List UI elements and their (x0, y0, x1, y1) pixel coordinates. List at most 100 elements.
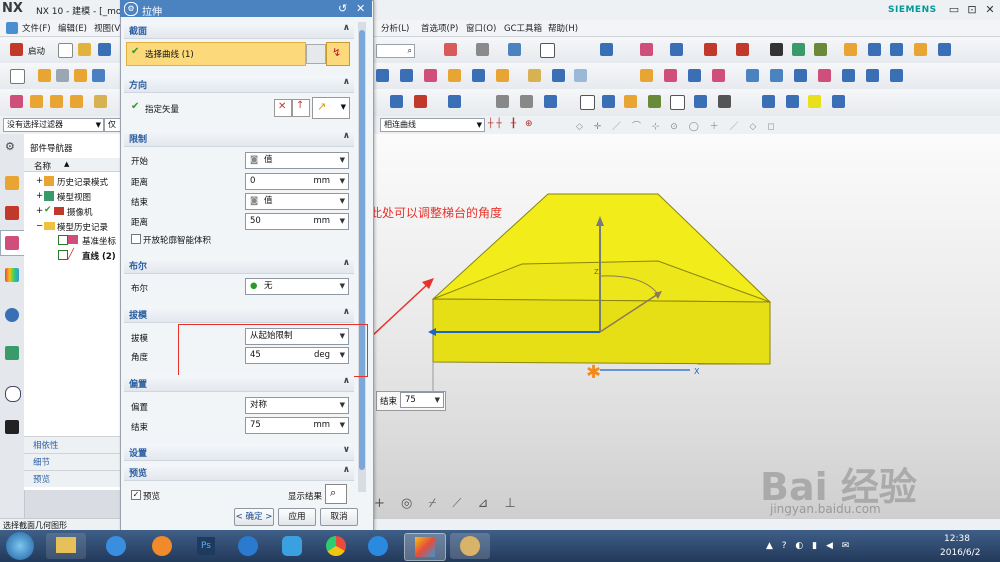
edge-blend-icon[interactable] (30, 95, 43, 108)
vector-type-select[interactable]: ↗ ▼ (312, 97, 350, 119)
taskbar-palette[interactable] (450, 533, 490, 559)
end-distance-input[interactable]: 50 mm ▼ (245, 213, 349, 230)
intent-icons[interactable]: ┼┼ ╂ ⊕ (488, 119, 536, 129)
tree-item-model-history[interactable]: 模型历史记录 (57, 221, 108, 233)
restore-button[interactable]: ⊡ (964, 2, 980, 17)
checkbox-datum[interactable] (58, 235, 68, 245)
revolve-icon[interactable] (56, 69, 69, 82)
tape-icon[interactable] (808, 95, 821, 108)
bottom-snap-toolbar[interactable]: + ◎ ⌿ ⟋ ⊿ ⊥ (374, 496, 522, 511)
offset-end-input[interactable]: 75 mm ▼ (245, 417, 349, 434)
background-icon[interactable] (540, 43, 555, 58)
apply-button[interactable]: 应用 (278, 508, 316, 526)
note-icon[interactable] (648, 95, 661, 108)
arc-icon[interactable] (520, 95, 533, 108)
tray-date[interactable]: 2016/6/2 (940, 548, 980, 558)
sync-icon[interactable] (640, 69, 653, 82)
open-profile-checkbox[interactable] (131, 234, 141, 244)
thicken-icon[interactable] (448, 69, 461, 82)
name-column-header[interactable]: 名称 (34, 160, 51, 172)
pull-face-icon[interactable] (688, 69, 701, 82)
open-folder-icon[interactable] (78, 43, 91, 56)
chamfer-icon[interactable] (50, 95, 63, 108)
analysis-icon[interactable] (890, 69, 903, 82)
tree-expand-icon[interactable]: + (36, 176, 43, 186)
menu-view[interactable]: 视图(V (94, 22, 120, 34)
ruler-icon[interactable] (736, 43, 749, 56)
section-header[interactable]: 截面 ∧ (124, 22, 354, 39)
bridge-icon[interactable] (866, 69, 879, 82)
link-icon[interactable] (890, 43, 903, 56)
dialog-scroll-thumb[interactable] (359, 30, 365, 470)
extrude-icon[interactable] (38, 69, 51, 82)
close-button[interactable]: ✕ (982, 2, 998, 17)
start-type-select[interactable]: ◙ 值 ▼ (245, 152, 349, 169)
checkbox-line[interactable] (58, 250, 68, 260)
onscreen-end-input[interactable]: 75 ▼ (400, 392, 444, 408)
replace-face-icon[interactable] (552, 69, 565, 82)
dialog-close-icon[interactable]: ✕ (356, 2, 365, 15)
wave-icon[interactable] (868, 43, 881, 56)
spline-icon[interactable] (544, 95, 557, 108)
ok-button[interactable]: < 确定 > (234, 508, 274, 526)
grid-icon[interactable] (814, 43, 827, 56)
tree-item-datum-csys[interactable]: 基准坐标 (82, 235, 116, 247)
tree-expand-icon[interactable]: + (36, 206, 43, 216)
taskbar-qq-browser[interactable] (96, 533, 136, 559)
offset-type-select[interactable]: 对称 ▼ (245, 397, 349, 414)
history-clock-icon[interactable] (5, 386, 21, 402)
direction-header[interactable]: 方向 ∧ (124, 76, 354, 93)
start-distance-input[interactable]: 0 mm ▼ (245, 173, 349, 190)
menu-help[interactable]: 帮助(H) (548, 22, 578, 34)
fit-icon[interactable] (444, 43, 457, 56)
measure-icon[interactable] (670, 43, 683, 56)
boolean-header[interactable]: 布尔 ∧ (124, 257, 354, 274)
cylinder-icon[interactable] (762, 95, 775, 108)
menu-analysis[interactable]: 分析(L) (381, 22, 409, 34)
roles-icon[interactable] (5, 420, 19, 434)
search-combo[interactable]: ⌕ (376, 44, 415, 58)
start-label[interactable]: 启动 (28, 45, 45, 57)
settings-gear-icon[interactable]: ⚙ (5, 140, 15, 153)
delete-face-icon[interactable] (574, 69, 587, 82)
windows-start-button[interactable] (6, 532, 34, 560)
snap-point-icons[interactable]: ◇ ✛ ／ ⌒ ⊹ ⊙ ◯ ＋ ／ ◇ ◻ (576, 119, 779, 132)
menu-preferences[interactable]: 首选项(P) (421, 22, 458, 34)
boolean-select[interactable]: ● 无 ▼ (245, 278, 349, 295)
view-cube-icon[interactable] (508, 43, 521, 56)
taskbar-chrome[interactable] (316, 533, 356, 559)
assembly-icon[interactable] (770, 43, 783, 56)
pmi-icon[interactable] (624, 95, 637, 108)
shell-icon[interactable] (70, 95, 83, 108)
type-filter-select[interactable]: 没有选择过滤器 ▼ (3, 118, 104, 132)
triangle-icon[interactable] (580, 95, 595, 110)
tree-collapse-icon[interactable]: − (36, 221, 43, 231)
color-icon[interactable] (832, 95, 845, 108)
tree-item-model-views[interactable]: 模型视图 (57, 191, 91, 203)
settings-header[interactable]: 设置 ∨ (124, 444, 354, 461)
preview-section[interactable]: 预览 (24, 470, 120, 487)
taskbar-nx[interactable] (404, 533, 446, 561)
shading-icon[interactable] (476, 43, 489, 56)
taskbar-photoshop[interactable]: Ps (186, 533, 226, 559)
tree-expand-icon[interactable]: + (36, 191, 43, 201)
pencil-icon[interactable] (786, 95, 799, 108)
dependencies-section[interactable]: 相依性 (24, 436, 120, 453)
minimize-button[interactable]: ▭ (946, 2, 962, 17)
tree-item-history-mode[interactable]: 历史记录模式 (57, 176, 108, 188)
offset-face-icon[interactable] (424, 69, 437, 82)
assembly-navigator-icon[interactable] (5, 176, 19, 190)
trim-icon[interactable] (400, 69, 413, 82)
patch-icon[interactable] (496, 69, 509, 82)
line-icon[interactable] (496, 95, 509, 108)
swept-icon[interactable] (794, 69, 807, 82)
snap-icon[interactable] (640, 43, 653, 56)
menu-file[interactable]: 文件(F) (22, 22, 51, 34)
constrain-icon[interactable] (712, 69, 725, 82)
details-section[interactable]: 细节 (24, 453, 120, 470)
tray-icons[interactable]: ▲ ? ◐ ▮ ◀ ✉ (766, 541, 852, 551)
dialog-reset-icon[interactable]: ↺ (338, 2, 347, 15)
start-icon[interactable] (10, 43, 23, 56)
point-icon[interactable] (390, 95, 403, 108)
end-type-select[interactable]: ◙ 值 ▼ (245, 193, 349, 210)
